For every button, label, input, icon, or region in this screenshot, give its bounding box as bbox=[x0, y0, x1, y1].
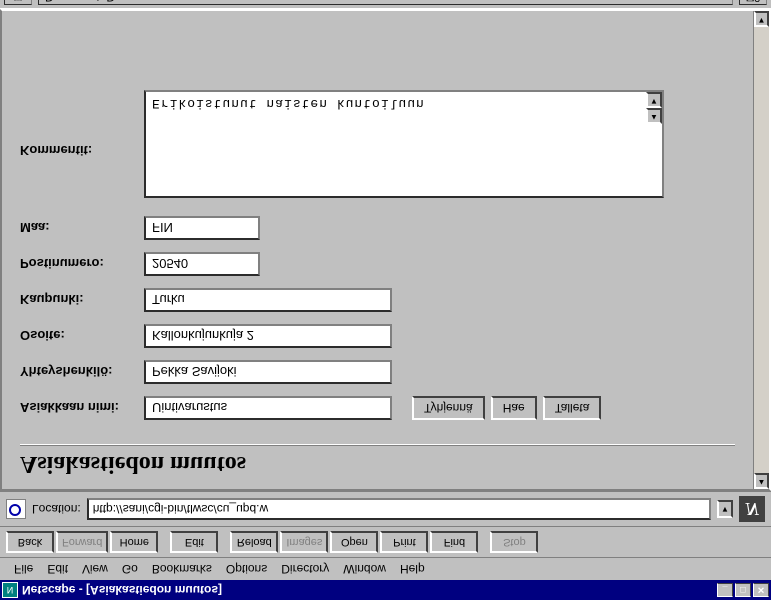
hae-button[interactable]: Hae bbox=[491, 396, 537, 420]
mail-icon[interactable]: ✉? bbox=[739, 0, 767, 6]
maa-input[interactable]: FIN bbox=[144, 216, 260, 240]
maa-label: Maa: bbox=[20, 221, 138, 236]
menu-edit[interactable]: Edit bbox=[41, 560, 74, 578]
scroll-up-icon[interactable]: ▲ bbox=[646, 108, 662, 124]
textarea-scrollbar[interactable]: ▲ ▼ bbox=[646, 92, 662, 124]
page-scroll-up-icon[interactable]: ▲ bbox=[754, 473, 769, 489]
forward-button[interactable]: Forward bbox=[56, 531, 108, 553]
window-title: Netscape - [Asiakastiedon muutos] bbox=[22, 583, 713, 597]
window-titlebar: N Netscape - [Asiakastiedon muutos] _ □ … bbox=[0, 580, 771, 600]
menu-window[interactable]: Window bbox=[337, 560, 392, 578]
stop-button[interactable]: Stop bbox=[490, 531, 538, 553]
divider bbox=[20, 444, 735, 446]
menu-file[interactable]: File bbox=[8, 560, 39, 578]
edit-button[interactable]: Edit bbox=[170, 531, 218, 553]
kommentit-value: Erikoistunut naisten kuntoiluun bbox=[146, 92, 646, 115]
status-text: Document: Done bbox=[38, 0, 733, 6]
location-bar: Location: http://sani/cgi-bin/tlwsc/cu_u… bbox=[0, 491, 771, 526]
menu-go[interactable]: Go bbox=[116, 560, 144, 578]
toolbar: Back Forward Home Edit Reload Images Ope… bbox=[0, 526, 771, 557]
postinumero-label: Postinumero: bbox=[20, 257, 138, 272]
postinumero-input[interactable]: 20540 bbox=[144, 252, 260, 276]
osoite-label: Osoite: bbox=[20, 329, 138, 344]
security-icon: ⬚ bbox=[4, 0, 32, 6]
yhteyshenkilo-input[interactable]: Pekka Savijoki bbox=[144, 360, 392, 384]
menu-bookmarks[interactable]: Bookmarks bbox=[146, 560, 218, 578]
maximize-button[interactable]: □ bbox=[735, 583, 751, 597]
kaupunki-label: Kaupunki: bbox=[20, 293, 138, 308]
close-button[interactable]: ✕ bbox=[753, 583, 769, 597]
osoite-input[interactable]: Kallonkujunkuja 2 bbox=[144, 324, 392, 348]
page-scrollbar[interactable]: ▲ ▼ bbox=[753, 11, 769, 489]
netscape-logo: N bbox=[739, 496, 765, 522]
location-input[interactable]: http://sani/cgi-bin/tlwsc/cu_upd.w bbox=[87, 498, 711, 520]
kommentit-label: Kommentit: bbox=[20, 143, 138, 198]
menu-directory[interactable]: Directory bbox=[275, 560, 335, 578]
reload-button[interactable]: Reload bbox=[230, 531, 278, 553]
scroll-down-icon[interactable]: ▼ bbox=[646, 92, 662, 108]
page-scroll-down-icon[interactable]: ▼ bbox=[754, 11, 769, 27]
asiakkaan-nimi-label: Asiakkaan nimi: bbox=[20, 401, 138, 416]
kommentit-textarea[interactable]: Erikoistunut naisten kuntoiluun ▲ ▼ bbox=[144, 90, 664, 198]
menu-help[interactable]: Help bbox=[394, 560, 431, 578]
open-button[interactable]: Open bbox=[330, 531, 378, 553]
home-button[interactable]: Home bbox=[110, 531, 158, 553]
page-title: Asiakastiedon muutos bbox=[20, 450, 735, 477]
location-value: http://sani/cgi-bin/tlwsc/cu_upd.w bbox=[93, 502, 268, 516]
app-icon: N bbox=[2, 582, 18, 598]
content-area: Asiakastiedon muutos Asiakkaan nimi: Uin… bbox=[0, 9, 771, 491]
location-icon bbox=[6, 499, 26, 519]
minimize-button[interactable]: _ bbox=[717, 583, 733, 597]
print-button[interactable]: Print bbox=[380, 531, 428, 553]
menu-options[interactable]: Options bbox=[220, 560, 273, 578]
images-button[interactable]: Images bbox=[280, 531, 328, 553]
location-dropdown[interactable]: ▼ bbox=[717, 500, 733, 518]
talleta-button[interactable]: Talleta bbox=[543, 396, 602, 420]
find-button[interactable]: Find bbox=[430, 531, 478, 553]
location-label: Location: bbox=[32, 502, 81, 516]
asiakkaan-nimi-input[interactable]: Uintivarustus bbox=[144, 396, 392, 420]
menubar: File Edit View Go Bookmarks Options Dire… bbox=[0, 557, 771, 580]
yhteyshenkilo-label: Yhteyshenkilö: bbox=[20, 365, 138, 380]
back-button[interactable]: Back bbox=[6, 531, 54, 553]
menu-view[interactable]: View bbox=[76, 560, 114, 578]
statusbar: ⬚ Document: Done ✉? bbox=[0, 0, 771, 9]
tyhjenna-button[interactable]: Tyhjennä bbox=[412, 396, 485, 420]
kaupunki-input[interactable]: Turku bbox=[144, 288, 392, 312]
